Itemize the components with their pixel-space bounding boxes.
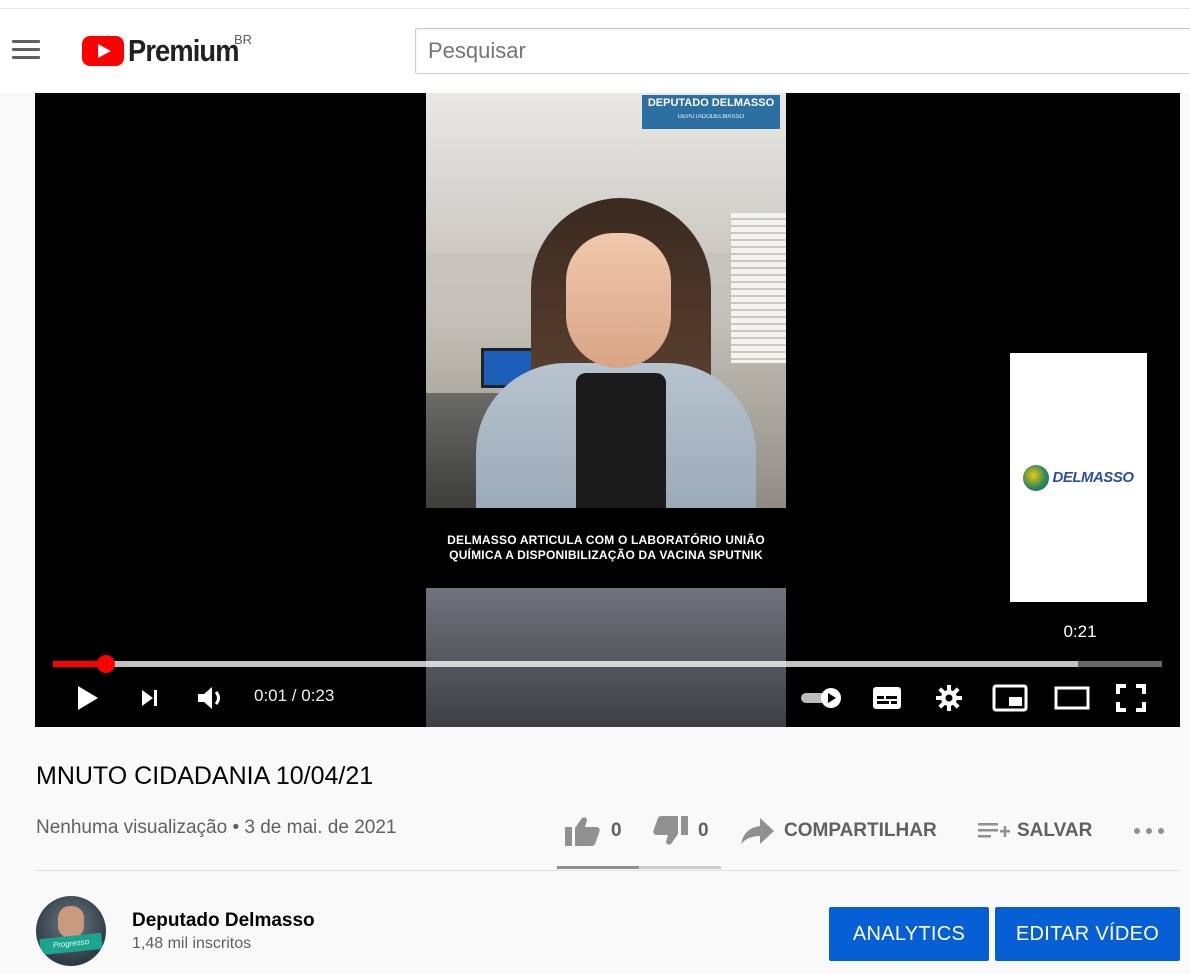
preview-logo-text: DELMASSO xyxy=(1052,469,1134,486)
avatar[interactable]: Progresso xyxy=(36,896,106,966)
caption-line-2: QUÍMICA A DISPONIBILIZAÇÃO DA VACINA SPU… xyxy=(449,548,763,562)
save-label: SALVAR xyxy=(1017,820,1093,841)
fullscreen-icon[interactable] xyxy=(1113,678,1149,718)
like-button[interactable]: 0 xyxy=(565,812,622,850)
video-caption: DELMASSO ARTICULA COM O LABORATÓRIO UNIÃ… xyxy=(426,508,786,588)
autoplay-toggle-icon[interactable] xyxy=(798,678,846,718)
time-display: 0:01 / 0:23 xyxy=(254,686,335,705)
more-icon xyxy=(1134,828,1164,834)
avatar-band: Progresso xyxy=(39,932,103,956)
more-button[interactable] xyxy=(1133,812,1165,850)
video-player[interactable]: DEPUTADO DELMASSO DEPUTADODELMASSO DELMA… xyxy=(35,93,1180,727)
like-icon xyxy=(565,817,600,846)
preview-time: 0:21 xyxy=(1063,622,1097,641)
top-bar: Premium BR xyxy=(0,0,1190,93)
progress-bar[interactable] xyxy=(53,655,1162,673)
scrubber-handle[interactable] xyxy=(97,655,116,673)
caption-line-1: DELMASSO ARTICULA COM O LABORATÓRIO UNIÃ… xyxy=(447,533,765,547)
channel-name[interactable]: Deputado Delmasso xyxy=(132,910,315,932)
brand-badge: DEPUTADO DELMASSO DEPUTADODELMASSO xyxy=(642,95,780,129)
video-frame: DEPUTADO DELMASSO DEPUTADODELMASSO DELMA… xyxy=(426,93,786,727)
info-divider xyxy=(35,870,1180,871)
share-icon xyxy=(741,818,774,844)
sentiment-bar xyxy=(557,866,721,869)
save-playlist-icon xyxy=(978,823,1010,838)
theater-mode-icon[interactable] xyxy=(1052,678,1092,718)
video-title: MNUTO CIDADANIA 10/04/21 xyxy=(36,762,374,790)
youtube-premium-logo[interactable]: Premium BR xyxy=(82,32,254,72)
menu-icon[interactable] xyxy=(12,40,42,64)
dislike-count: 0 xyxy=(698,820,709,841)
subscriber-count: 1,48 mil inscritos xyxy=(132,935,252,952)
edit-video-button[interactable]: EDITAR VÍDEO xyxy=(995,907,1180,961)
miniplayer-icon[interactable] xyxy=(990,678,1030,718)
like-count: 0 xyxy=(611,820,622,841)
next-icon[interactable] xyxy=(135,678,165,718)
logo-region: BR xyxy=(234,32,253,47)
sentiment-like-portion xyxy=(557,866,639,869)
save-button[interactable]: SALVAR xyxy=(977,812,1092,850)
video-meta: Nenhuma visualização • 3 de mai. de 2021 xyxy=(36,817,397,838)
top-divider xyxy=(0,8,1190,9)
progress-loaded xyxy=(53,661,1078,667)
share-button[interactable]: COMPARTILHAR xyxy=(740,812,937,850)
play-icon[interactable] xyxy=(73,678,103,718)
brand-badge-sub: DEPUTADODELMASSO xyxy=(677,114,745,120)
search-input[interactable] xyxy=(416,29,1190,73)
brand-badge-title: DEPUTADO DELMASSO xyxy=(647,97,775,109)
youtube-logo-icon xyxy=(82,36,124,66)
subtitles-icon[interactable] xyxy=(870,678,904,718)
delmasso-logo: DELMASSO xyxy=(1023,464,1134,491)
logo-text: Premium xyxy=(128,33,239,68)
analytics-button[interactable]: ANALYTICS xyxy=(829,907,989,961)
settings-icon[interactable] xyxy=(932,678,966,718)
dislike-button[interactable]: 0 xyxy=(652,812,709,850)
seek-preview-thumbnail: DELMASSO xyxy=(1010,353,1147,602)
search-box[interactable] xyxy=(415,28,1190,74)
share-label: COMPARTILHAR xyxy=(784,820,937,841)
globe-icon xyxy=(1023,464,1050,491)
dislike-icon xyxy=(653,816,688,845)
volume-icon[interactable] xyxy=(193,678,229,718)
